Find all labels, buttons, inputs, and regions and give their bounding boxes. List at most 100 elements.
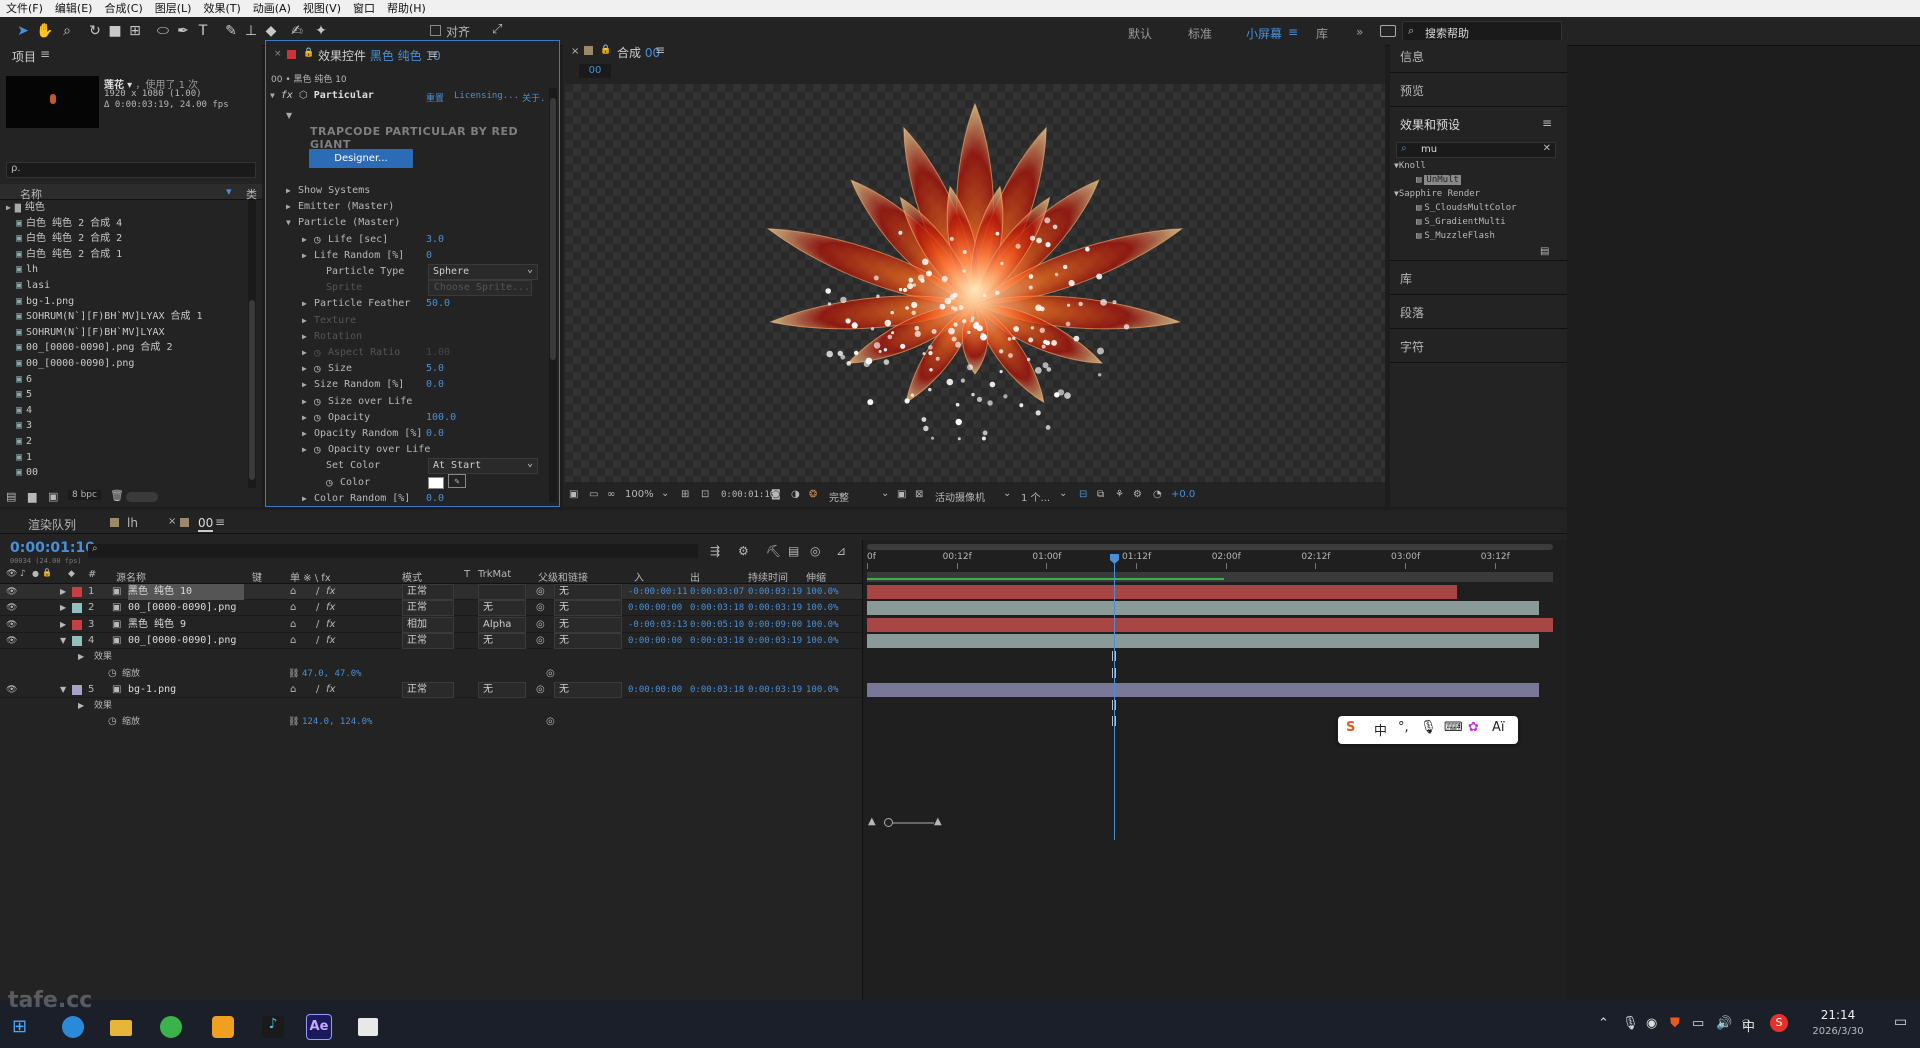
timeline-col-4[interactable]: T <box>464 569 470 580</box>
motion-blur-icon[interactable]: ◎ <box>810 544 820 558</box>
layer-parent-select[interactable]: 无 <box>554 681 622 698</box>
tab-render-queue[interactable]: 渲染队列 <box>28 516 76 533</box>
scale-value[interactable]: 124.0, 124.0% <box>302 714 372 730</box>
menu-item-5[interactable]: 动画(A) <box>247 0 297 17</box>
windows-start-icon[interactable]: ⊞ <box>12 1016 27 1037</box>
workspace-menu-icon[interactable]: ≡ <box>1288 25 1298 39</box>
layer-label-color[interactable] <box>72 684 82 695</box>
tab-close-icon[interactable]: × <box>168 516 176 527</box>
project-item[interactable]: ▣ 00 <box>0 465 250 481</box>
text-tool-icon[interactable]: T <box>194 22 212 40</box>
timeline-zoom-slider[interactable] <box>884 818 934 827</box>
effect-switch-icon[interactable]: fx <box>326 617 335 633</box>
layer-expand-icon[interactable]: ▼ <box>60 682 66 698</box>
explorer-icon[interactable] <box>110 1020 132 1036</box>
reset-exposure-icon[interactable]: ◔ <box>1153 489 1162 500</box>
project-item[interactable]: ▣ bg-1.png <box>0 294 250 310</box>
layer-in[interactable]: 0:00:00:00 <box>628 633 682 649</box>
effect-switch-icon[interactable]: fx <box>326 633 335 649</box>
layer-in[interactable]: 0:00:00:00 <box>628 682 682 698</box>
hide-shy-icon[interactable]: ⛏ <box>766 544 781 558</box>
layer-row[interactable]: 👁 ▼ 5 ▣ bg-1.png ⌂ / fx 正常 无 ◎ 无 0:00:00:00 0:00:03:1… <box>0 681 862 698</box>
layer-visibility-icon[interactable]: 👁 <box>6 682 17 698</box>
quality-switch-icon[interactable]: / <box>316 600 319 616</box>
project-item[interactable]: ▣ 白色 纯色 2 合成 2 <box>0 231 250 247</box>
draft-3d-icon[interactable]: ⚙ <box>738 544 749 558</box>
layer-out[interactable]: 0:00:03:07 <box>690 584 744 600</box>
about-link[interactable]: 关于. <box>522 91 545 104</box>
layer-duration[interactable]: 0:00:09:00 <box>748 617 802 633</box>
comp-timecode[interactable]: 0:00:01:10 <box>721 490 775 500</box>
after-effects-icon[interactable]: Ae <box>306 1014 332 1040</box>
work-area-bar[interactable] <box>867 544 1553 550</box>
channel-icon[interactable]: ❂ <box>809 489 817 500</box>
menu-item-4[interactable]: 效果(T) <box>197 0 246 17</box>
effect-item[interactable]: ▤ UnMult <box>1416 175 1461 185</box>
project-item[interactable]: ▣ 白色 纯色 2 合成 4 <box>0 216 250 232</box>
effect-controls-title[interactable]: 效果控件 黑色 纯色 10 <box>318 47 441 64</box>
quality-switch-icon[interactable]: / <box>316 617 319 633</box>
search-help-field[interactable]: ⌕ 搜索帮助 <box>1402 21 1562 41</box>
layer-visibility-icon[interactable]: 👁 <box>6 584 17 600</box>
reset-link[interactable]: 重置 <box>426 91 444 104</box>
fast-preview-icon[interactable]: ⊟ <box>1079 489 1087 500</box>
transparency-grid-icon[interactable]: ⊠ <box>915 489 923 500</box>
timeline-col-6[interactable]: 父级和链接 <box>538 569 588 584</box>
ai-icon[interactable]: Aï <box>1492 720 1505 735</box>
timeline-graph[interactable]: 0f 00:12f 01:00f 01:12f 02:00f 02:12f 03:00f 03… <box>862 540 1567 1000</box>
project-item[interactable]: ▣ SOHRUM(N`][F)BH`MV]LYAX 合成 1 <box>0 309 250 325</box>
pick-whip-icon[interactable]: ◎ <box>536 617 545 633</box>
timeline-col-8[interactable]: 出 <box>690 569 700 584</box>
effects-group[interactable]: ▼Sapphire Render <box>1394 189 1480 199</box>
layer-duration-bar[interactable] <box>867 617 1553 632</box>
rotate-tool-icon[interactable]: ↻ <box>86 22 104 40</box>
camera-select[interactable]: 活动摄像机 <box>935 489 1007 504</box>
layer-property-row[interactable]: ◷ ⛓ 47.0, 47.0% ◎ 缩放 <box>0 666 862 682</box>
library-panel-tab[interactable]: 库 <box>1400 270 1412 287</box>
selection-tool-icon[interactable]: ➤ <box>14 22 32 40</box>
layer-trkmat-select[interactable]: 无 <box>478 600 526 617</box>
grid-icon[interactable]: ⊞ <box>681 489 689 500</box>
layer-property-row[interactable]: ▶ 效果 <box>0 649 862 665</box>
network-icon[interactable]: ▭ <box>1692 1016 1704 1031</box>
layer-mode-select[interactable]: 正常 <box>402 600 454 617</box>
project-search-input[interactable]: ρ. <box>6 162 256 178</box>
character-panel-tab[interactable]: 字符 <box>1400 338 1424 355</box>
snapshot-icon[interactable]: ◙ <box>771 489 781 500</box>
menu-item-2[interactable]: 合成(C) <box>98 0 148 17</box>
new-folder-icon[interactable]: ▆ <box>28 490 36 503</box>
clone-stamp-tool-icon[interactable]: ⊥ <box>242 22 260 40</box>
brush-tool-icon[interactable]: ✎ <box>222 22 240 40</box>
layer-expand-icon[interactable]: ▶ <box>60 617 66 633</box>
snap-options-icon[interactable]: ⤢ <box>492 22 502 37</box>
effects-group[interactable]: ▼Knoll <box>1394 161 1426 171</box>
always-preview-icon[interactable]: ▣ <box>569 489 578 500</box>
layer-stretch[interactable]: 100.0% <box>806 682 839 698</box>
quality-switch-icon[interactable]: / <box>316 633 319 649</box>
project-item[interactable]: ▣ 白色 纯色 2 合成 1 <box>0 247 250 263</box>
layer-visibility-icon[interactable]: 👁 <box>6 600 17 616</box>
timeline-col-7[interactable]: 入 <box>634 569 644 584</box>
security-icon[interactable]: ⛊ <box>1670 1016 1680 1031</box>
shy-switch-icon[interactable]: ⌂ <box>290 682 296 698</box>
clock-date[interactable]: 2026/3/30 <box>1800 1026 1876 1037</box>
time-ruler[interactable]: 0f 00:12f 01:00f 01:12f 02:00f 02:12f 03:00f 03… <box>867 552 1553 570</box>
ellipse-tool-icon[interactable]: ⬭ <box>154 22 172 40</box>
layer-expand-icon[interactable]: ▶ <box>60 600 66 616</box>
layer-duration[interactable]: 0:00:03:19 <box>748 682 802 698</box>
timeline-col-9[interactable]: 持续时间 <box>748 569 788 584</box>
quality-switch-icon[interactable]: / <box>316 584 319 600</box>
param-select[interactable]: Sphere ⌄ <box>428 264 538 280</box>
comp-mini-flowchart-icon[interactable]: ⇶ <box>710 544 720 558</box>
folder-expand-icon[interactable]: ▶ <box>6 203 11 212</box>
layer-parent-select[interactable]: 无 <box>554 616 622 633</box>
info-panel-tab[interactable]: 信息 <box>1400 48 1424 65</box>
comp-title[interactable]: 合成 00 <box>617 44 660 61</box>
timeline-timecode[interactable]: 0:00:01:10 <box>10 540 95 556</box>
effects-menu-icon[interactable]: ≡ <box>1542 116 1552 130</box>
menu-item-7[interactable]: 窗口 <box>347 0 381 17</box>
work-area[interactable] <box>867 572 1553 582</box>
sogou-logo-icon[interactable]: S <box>1346 720 1355 735</box>
show-hidden-icons[interactable]: ⌃ <box>1598 1016 1609 1031</box>
layer-parent-select[interactable]: 无 <box>554 584 622 600</box>
